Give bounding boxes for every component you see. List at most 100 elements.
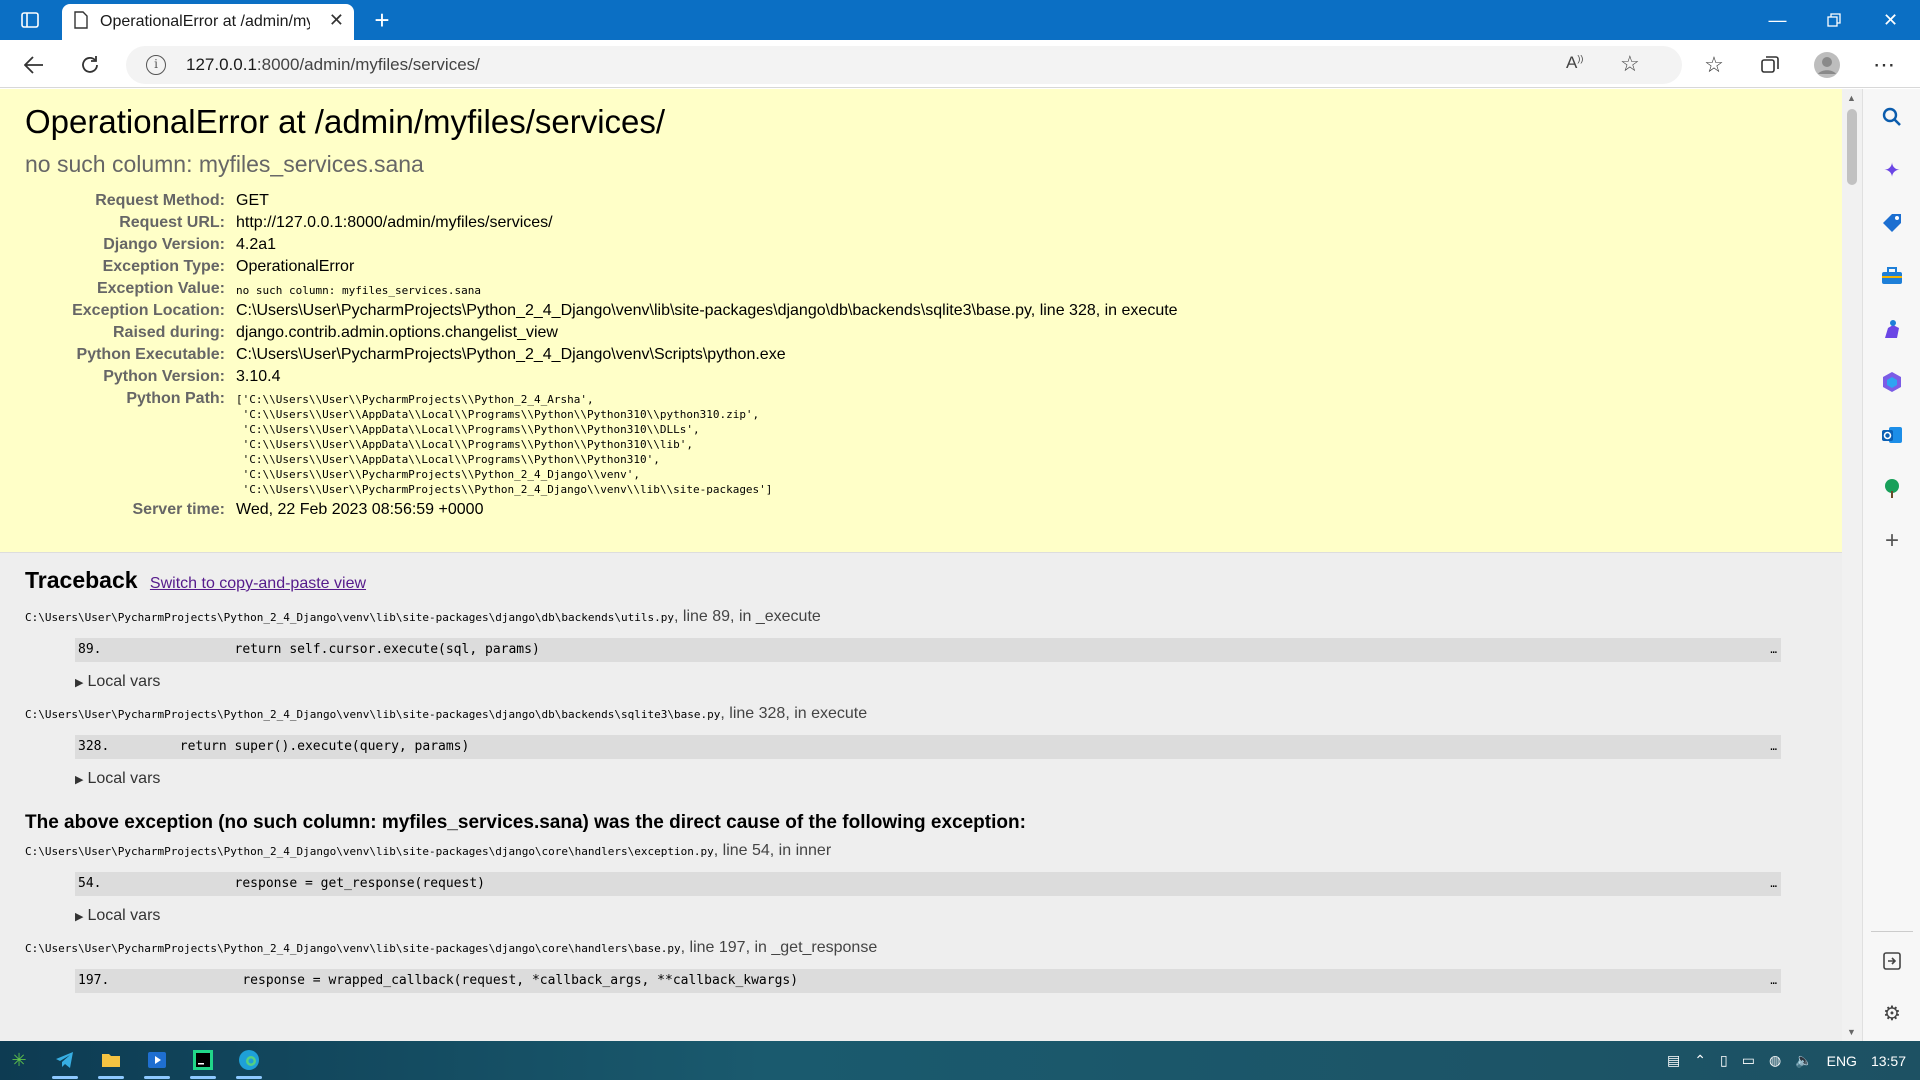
sidebar-divider — [1871, 931, 1913, 932]
address-bar[interactable]: i 127.0.0.1:8000/admin/myfiles/services/… — [126, 46, 1682, 84]
network-globe-icon[interactable]: ◍ — [1769, 1052, 1781, 1069]
python-path-value: ['C:\\Users\\User\\PycharmProjects\\Pyth… — [236, 393, 773, 496]
frame-location: C:\Users\User\PycharmProjects\Python_2_4… — [25, 939, 1817, 957]
microsoft365-icon[interactable] — [1878, 368, 1906, 396]
profile-avatar[interactable] — [1810, 48, 1844, 82]
add-favorite-icon[interactable]: ☆ — [1620, 51, 1640, 77]
tab-title: OperationalError at /admin/myfiles/servi… — [100, 13, 310, 30]
windows-taskbar: ✳ ▤ ⌃ ▯ ▭ ◍ 🔈 ENG 13:57 — [0, 1041, 1920, 1080]
tab-active[interactable]: OperationalError at /admin/myfiles/servi… — [62, 4, 354, 40]
meta-row: Python Executable: C:\Users\User\PycharmP… — [25, 344, 1178, 366]
meta-value: C:\Users\User\PycharmProjects\Python_2_4… — [236, 346, 786, 363]
local-vars-label: Local vars — [87, 673, 161, 690]
meta-label: Python Path: — [126, 390, 225, 407]
back-button[interactable] — [17, 48, 51, 82]
error-subtitle: no such column: myfiles_services.sana — [25, 151, 424, 177]
frame-where: , line 328, in execute — [720, 705, 868, 722]
copilot-icon[interactable]: ✦ — [1878, 156, 1906, 184]
vertical-scrollbar[interactable]: ▲ ▼ — [1842, 89, 1862, 1041]
edge-sidebar: ✦ + ⚙ — [1862, 89, 1920, 1041]
local-vars-toggle[interactable]: ▶ Local vars — [75, 673, 1817, 691]
meta-value: OperationalError — [236, 258, 355, 275]
battery-icon[interactable]: ▭ — [1742, 1052, 1755, 1069]
games-icon[interactable] — [1878, 315, 1906, 343]
edge-browser-icon[interactable] — [232, 1045, 266, 1079]
meta-value: 3.10.4 — [236, 368, 281, 385]
meta-label: Django Version: — [103, 236, 225, 253]
meta-value: http://127.0.0.1:8000/admin/myfiles/serv… — [236, 214, 553, 231]
scroll-up-arrow-icon[interactable]: ▲ — [1847, 93, 1856, 103]
restore-button[interactable] — [1806, 0, 1861, 40]
meta-row: Request Method: GET — [25, 190, 1178, 212]
add-icon[interactable]: + — [1878, 527, 1906, 555]
scroll-down-arrow-icon[interactable]: ▼ — [1847, 1027, 1856, 1037]
hide-sidebar-icon[interactable] — [1878, 947, 1906, 975]
meta-value: no such column: myfiles_services.sana — [236, 284, 482, 297]
file-explorer-icon[interactable] — [94, 1045, 128, 1079]
frame-location: C:\Users\User\PycharmProjects\Python_2_4… — [25, 705, 1817, 723]
code-line: 54. response = get_response(request) — [78, 876, 485, 891]
frame-location: C:\Users\User\PycharmProjects\Python_2_4… — [25, 608, 1817, 626]
meta-row: Exception Location: C:\Users\User\Pycharm… — [25, 300, 1178, 322]
error-summary: OperationalError at /admin/myfiles/servi… — [0, 89, 1842, 553]
telegram-icon[interactable] — [48, 1045, 82, 1079]
traceback-section: Traceback Switch to copy-and-paste view … — [0, 553, 1842, 1041]
frame-file: C:\Users\User\PycharmProjects\Python_2_4… — [25, 708, 721, 721]
favorites-icon[interactable]: ☆ — [1697, 48, 1731, 82]
media-player-icon[interactable] — [140, 1045, 174, 1079]
close-tab-icon[interactable]: ✕ — [329, 10, 344, 31]
expand-dots[interactable]: … — [1770, 735, 1777, 759]
clock[interactable]: 13:57 — [1871, 1053, 1906, 1069]
settings-gear-icon[interactable]: ⚙ — [1878, 999, 1906, 1027]
start-leaf-icon[interactable]: ✳ — [2, 1045, 36, 1075]
shopping-tag-icon[interactable] — [1878, 209, 1906, 237]
device-icon[interactable]: ▯ — [1720, 1052, 1728, 1069]
meta-row: Django Version: 4.2a1 — [25, 234, 1178, 256]
meta-value: Wed, 22 Feb 2023 08:56:59 +0000 — [236, 501, 484, 518]
traceback-title: Traceback — [25, 567, 138, 593]
tree-icon[interactable] — [1878, 474, 1906, 502]
news-widget-icon[interactable]: ▤ — [1667, 1052, 1680, 1069]
pycharm-icon[interactable] — [186, 1045, 220, 1079]
local-vars-toggle[interactable]: ▶ Local vars — [75, 770, 1817, 788]
meta-row: Exception Type: OperationalError — [25, 256, 1178, 278]
minimize-button[interactable]: — — [1750, 0, 1805, 40]
disclosure-triangle-icon: ▶ — [75, 774, 84, 786]
expand-dots[interactable]: … — [1770, 969, 1777, 993]
url-text[interactable]: 127.0.0.1:8000/admin/myfiles/services/ — [186, 55, 480, 75]
volume-icon[interactable]: 🔈 — [1795, 1052, 1812, 1069]
meta-label: Request URL: — [119, 214, 225, 231]
disclosure-triangle-icon: ▶ — [75, 911, 84, 923]
context-line[interactable]: 54. response = get_response(request) … — [75, 872, 1781, 896]
disclosure-triangle-icon: ▶ — [75, 677, 84, 689]
expand-dots[interactable]: … — [1770, 872, 1777, 896]
chevron-up-icon[interactable]: ⌃ — [1694, 1052, 1706, 1069]
context-line[interactable]: 328. return super().execute(query, param… — [75, 735, 1781, 759]
meta-label: Exception Type: — [102, 258, 225, 275]
meta-row: Exception Value: no such column: myfiles_… — [25, 278, 1178, 300]
tools-icon[interactable] — [1878, 262, 1906, 290]
language-indicator[interactable]: ENG — [1827, 1053, 1857, 1069]
meta-row: Python Path: ['C:\\Users\\User\\PycharmPr… — [25, 388, 1178, 499]
refresh-button[interactable] — [73, 48, 107, 82]
frame-file: C:\Users\User\PycharmProjects\Python_2_4… — [25, 845, 714, 858]
expand-dots[interactable]: … — [1770, 638, 1777, 662]
collections-icon[interactable] — [1753, 48, 1787, 82]
code-line: 89. return self.cursor.execute(sql, para… — [78, 642, 540, 657]
new-tab-button[interactable]: + — [366, 4, 398, 36]
outlook-icon[interactable] — [1878, 421, 1906, 449]
switch-view-link[interactable]: Switch to copy-and-paste view — [150, 575, 366, 592]
local-vars-toggle[interactable]: ▶ Local vars — [75, 907, 1817, 925]
meta-label: Server time: — [132, 501, 226, 518]
more-options-icon[interactable]: ⋯ — [1867, 48, 1901, 82]
search-icon[interactable] — [1878, 103, 1906, 131]
read-aloud-icon[interactable]: A)) — [1566, 53, 1583, 73]
sidebar-toggle-icon[interactable] — [2, 0, 57, 40]
context-line[interactable]: 89. return self.cursor.execute(sql, para… — [75, 638, 1781, 662]
scrollbar-thumb[interactable] — [1847, 109, 1857, 185]
site-info-icon[interactable]: i — [146, 55, 166, 75]
context-line[interactable]: 197. response = wrapped_callback(request… — [75, 969, 1781, 993]
close-window-button[interactable]: ✕ — [1863, 0, 1918, 40]
meta-label: Exception Location: — [72, 302, 225, 319]
meta-value: C:\Users\User\PycharmProjects\Python_2_4… — [236, 302, 1178, 319]
